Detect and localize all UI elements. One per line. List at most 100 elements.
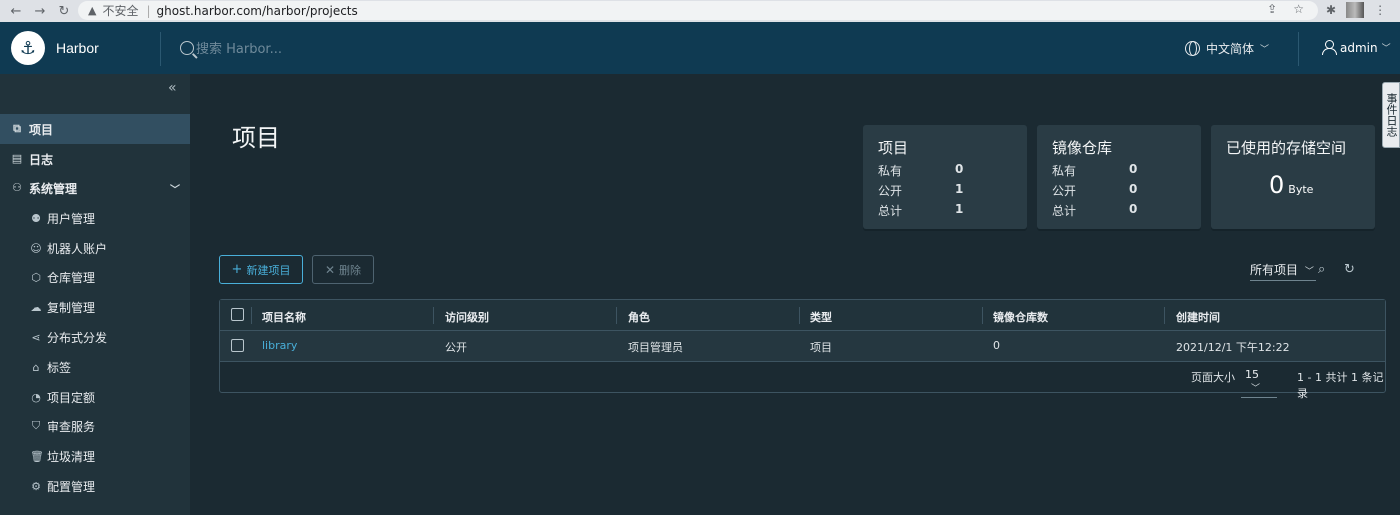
close-icon: ✕ (324, 262, 336, 277)
table-row[interactable]: library 公开 项目管理员 项目 0 2021/12/1 下午12:22 (220, 331, 1385, 362)
page-size-label: 页面大小 (1191, 371, 1235, 384)
collapse-sidebar-icon[interactable]: « (168, 80, 177, 96)
robot-icon: ☺ (30, 241, 42, 255)
card-row: 私有 0 (878, 162, 978, 179)
shield-icon: ⛉ (31, 419, 41, 432)
url-text: ghost.harbor.com/harbor/projects (156, 3, 358, 18)
browser-extensions: ✱ ⋮ (1326, 2, 1386, 18)
column-divider (799, 307, 800, 324)
delete-button[interactable]: ✕ 删除 (312, 255, 374, 284)
profile-avatar[interactable] (1346, 2, 1365, 18)
select-all-checkbox[interactable] (231, 308, 244, 321)
card-row-value: 0 (1129, 182, 1138, 196)
pagination-summary: 1 - 1 共计 1 条记录 (1297, 371, 1384, 400)
back-icon[interactable]: ← (4, 4, 28, 19)
sidebar-item-labels[interactable]: ⌂ 标签 (0, 352, 190, 382)
sidebar-item-label: 审查服务 (47, 419, 96, 434)
column-header-role[interactable]: 角色 (628, 309, 650, 325)
user-menu[interactable]: admin ﹀ (1322, 40, 1391, 55)
type-cell: 项目 (810, 341, 832, 354)
card-row-label: 总计 (1052, 204, 1077, 218)
row-checkbox[interactable] (231, 339, 244, 352)
column-header-name[interactable]: 项目名称 (262, 309, 306, 325)
card-row-value: 0 (1129, 162, 1138, 176)
language-selector[interactable]: 中文简体 ﹀ (1185, 40, 1269, 57)
harbor-logo-icon[interactable]: ⚓ (11, 31, 45, 65)
search-input[interactable]: 搜索 Harbor... (196, 38, 282, 57)
card-row-label: 公开 (878, 184, 903, 198)
page-size-select[interactable]: 15 ﹀ (1241, 368, 1277, 398)
star-icon[interactable]: ☆ (1293, 2, 1304, 16)
browser-nav: ← → ↻ (0, 4, 78, 19)
project-name-link[interactable]: library (262, 339, 297, 352)
chevron-down-icon: ﹀ (1251, 384, 1261, 394)
search-icon[interactable]: ⌕ (1318, 262, 1325, 277)
sidebar-item-project-quotas[interactable]: ◔ 项目定额 (0, 382, 190, 412)
repo-count-cell: 0 (993, 339, 1000, 352)
registry-icon: ⬡ (31, 270, 41, 284)
column-header-created[interactable]: 创建时间 (1176, 309, 1220, 325)
menu-icon[interactable]: ⋮ (1374, 3, 1386, 17)
user-name: admin (1340, 40, 1378, 55)
user-icon (1322, 40, 1337, 55)
forward-icon[interactable]: → (28, 4, 52, 19)
project-filter-select[interactable]: 所有项目 ﹀ (1250, 261, 1316, 281)
column-divider (251, 307, 252, 324)
chevron-down-icon: ﹀ (1304, 267, 1314, 277)
distribution-icon: ⋖ (31, 330, 41, 344)
storage-summary-card: 已使用的存储空间 0 Byte (1211, 125, 1375, 229)
sidebar-item-projects[interactable]: ⧉ 项目 (0, 114, 190, 144)
share-icon[interactable]: ⇪ (1267, 2, 1277, 16)
storage-value: 0 Byte (1269, 171, 1313, 199)
sidebar-item-label: 垃圾清理 (47, 449, 96, 464)
card-row: 公开 0 (1052, 182, 1152, 199)
sidebar-item-distributions[interactable]: ⋖ 分布式分发 (0, 322, 190, 352)
access-level-cell: 公开 (445, 341, 467, 354)
button-label: 删除 (339, 263, 362, 277)
gear-icon: ⚙ (31, 479, 41, 493)
global-search[interactable]: 搜索 Harbor... (180, 38, 282, 57)
repository-summary-card: 镜像仓库 私有 0 公开 0 总计 0 (1037, 125, 1201, 229)
sidebar-item-label: 标签 (47, 360, 72, 375)
search-icon (180, 40, 194, 55)
sidebar-item-replications[interactable]: ☁ 复制管理 (0, 292, 190, 322)
card-title: 项目 (878, 139, 909, 157)
card-row-label: 总计 (878, 204, 903, 218)
refresh-icon[interactable]: ↻ (1344, 262, 1355, 277)
sidebar-item-interrogation-services[interactable]: ⛉ 审查服务 (0, 411, 190, 441)
column-header-type[interactable]: 类型 (810, 309, 832, 325)
column-header-access-level[interactable]: 访问级别 (445, 309, 489, 325)
card-row-label: 私有 (1052, 164, 1077, 178)
header-divider (160, 32, 161, 66)
sidebar-item-label: 项目定额 (47, 390, 96, 405)
sidebar-item-configuration[interactable]: ⚙ 配置管理 (0, 471, 190, 501)
extension-icon[interactable]: ✱ (1326, 3, 1336, 17)
sidebar-item-logs[interactable]: ▤ 日志 (0, 144, 190, 174)
card-row: 私有 0 (1052, 162, 1152, 179)
card-row: 公开 1 (878, 182, 978, 199)
plus-icon: + (231, 262, 243, 277)
sidebar-item-administration[interactable]: ⚇ 系统管理 ﹀ (0, 173, 190, 203)
event-log-tab[interactable]: 事件日志 (1382, 82, 1400, 148)
card-title: 已使用的存储空间 (1226, 139, 1347, 157)
reload-icon[interactable]: ↻ (52, 4, 76, 19)
column-header-repo-count[interactable]: 镜像仓库数 (993, 309, 1048, 325)
new-project-button[interactable]: + 新建项目 (219, 255, 303, 284)
sidebar-item-robot-accounts[interactable]: ☺ 机器人账户 (0, 233, 190, 263)
quota-icon: ◔ (31, 390, 41, 404)
role-cell: 项目管理员 (628, 341, 683, 354)
address-bar[interactable]: ▲ 不安全 | ghost.harbor.com/harbor/projects… (78, 1, 1318, 20)
app-header: ⚓ Harbor 搜索 Harbor... 中文简体 ﹀ admin ﹀ (0, 22, 1400, 74)
sidebar-item-users[interactable]: ⚉ 用户管理 (0, 203, 190, 233)
sidebar-item-label: 系统管理 (29, 181, 78, 196)
table-header: 项目名称 访问级别 角色 类型 镜像仓库数 创建时间 (220, 300, 1385, 331)
sidebar-item-gc[interactable]: 🗑 垃圾清理 (0, 441, 190, 471)
column-divider (982, 307, 983, 324)
card-row-label: 私有 (878, 164, 903, 178)
address-actions: ⇪ ☆ (1267, 2, 1304, 16)
chevron-down-icon: ﹀ (1381, 44, 1391, 54)
sidebar-item-registries[interactable]: ⬡ 仓库管理 (0, 262, 190, 292)
filter-label: 所有项目 (1250, 263, 1299, 277)
page-size-value: 15 (1245, 368, 1259, 381)
brand-name[interactable]: Harbor (56, 40, 99, 56)
